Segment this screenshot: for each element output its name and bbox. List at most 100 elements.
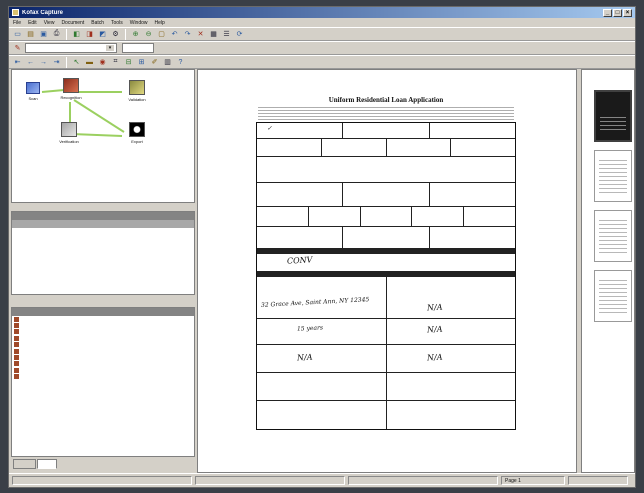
delete-icon[interactable]: ✕ (195, 29, 206, 40)
scan-icon[interactable]: ◧ (71, 29, 82, 40)
workflow-node-validation[interactable]: Validation (120, 80, 154, 102)
minimize-button[interactable]: _ (603, 8, 612, 17)
document-icon (14, 355, 19, 361)
previous-page-icon[interactable]: ← (25, 57, 36, 68)
form-cell (451, 139, 515, 156)
form-row (257, 183, 515, 207)
new-icon[interactable]: ▭ (12, 29, 23, 40)
annotate-icon[interactable]: ✐ (149, 57, 160, 68)
rotate-right-icon[interactable]: ↷ (182, 29, 193, 40)
batch-icon[interactable]: ◨ (84, 29, 95, 40)
crop-icon[interactable]: ⌗ (110, 57, 121, 68)
form-cell: 15 years (257, 319, 387, 344)
menu-view[interactable]: View (44, 20, 55, 26)
pane-subheader (12, 220, 194, 228)
print-icon[interactable]: ⎙ (51, 29, 62, 40)
form-cell (343, 183, 430, 206)
document-icon (14, 323, 19, 329)
list-view-icon[interactable]: ☰ (221, 29, 232, 40)
document-viewer[interactable]: Uniform Residential Loan Application ✓ C… (197, 69, 577, 473)
form-grid: ✓ CONV 32 Grace Ave, Saint Ann, NY 12345… (256, 122, 516, 430)
refresh-icon[interactable]: ⟳ (234, 29, 245, 40)
rotate-left-icon[interactable]: ↶ (169, 29, 180, 40)
pane-header (12, 212, 194, 220)
menu-edit[interactable]: Edit (28, 20, 37, 26)
form-cell (322, 139, 387, 156)
form-cell: N/A (387, 345, 516, 372)
menu-window[interactable]: Window (130, 20, 148, 26)
menu-tools[interactable]: Tools (111, 20, 123, 26)
document-title: Uniform Residential Loan Application (328, 96, 444, 104)
form-row: CONV (257, 254, 515, 272)
merge-icon[interactable]: ⊞ (136, 57, 147, 68)
properties-icon[interactable]: ▥ (162, 57, 173, 68)
thumbnail-strip (581, 69, 635, 473)
app-icon (12, 9, 19, 16)
first-page-icon[interactable]: ⇤ (12, 57, 23, 68)
last-page-icon[interactable]: ⇥ (51, 57, 62, 68)
form-cell (343, 123, 430, 138)
status-section (195, 476, 345, 485)
tab-batch[interactable] (13, 459, 37, 469)
select-tool-icon[interactable]: ↖ (71, 57, 82, 68)
form-cell (257, 183, 344, 206)
form-cell (257, 139, 322, 156)
page-indicator: Page 1 (501, 476, 565, 485)
close-button[interactable]: × (623, 8, 632, 17)
handwritten-entry: N/A (426, 352, 443, 363)
handwritten-entry: CONV (286, 255, 313, 266)
zoom-out-icon[interactable]: ⊖ (143, 29, 154, 40)
status-message (12, 476, 192, 485)
maximize-button[interactable]: □ (613, 8, 622, 17)
tab-log[interactable] (37, 459, 58, 469)
handwritten-entry: N/A (426, 324, 443, 335)
form-cell (430, 227, 515, 248)
document-toolbar: ⇤ ← → ⇥ ↖ ▬ ◉ ⌗ ⊟ ⊞ ✐ ▥ ? (9, 55, 635, 69)
process-icon[interactable]: ◩ (97, 29, 108, 40)
highlight-icon[interactable]: ▬ (84, 57, 95, 68)
menu-document[interactable]: Document (61, 20, 84, 26)
workflow-node-recognition[interactable]: Recognition (54, 78, 88, 100)
settings-icon[interactable]: ⚙ (110, 29, 121, 40)
page-thumbnail[interactable] (594, 270, 632, 322)
grid-view-icon[interactable]: ▦ (208, 29, 219, 40)
form-row (257, 373, 515, 401)
page-thumbnail[interactable] (594, 210, 632, 262)
split-icon[interactable]: ⊟ (123, 57, 134, 68)
log-entry[interactable] (12, 374, 194, 380)
batch-class-select[interactable]: ▾ (25, 43, 117, 53)
handwritten-entry: N/A (426, 302, 443, 313)
workflow-node-label: Scan (28, 96, 38, 101)
next-page-icon[interactable]: → (38, 57, 49, 68)
form-cell (464, 207, 515, 226)
fit-page-icon[interactable]: ▢ (156, 29, 167, 40)
menu-file[interactable]: File (13, 20, 21, 26)
application-window: Kofax Capture _ □ × File Edit View Docum… (8, 6, 636, 488)
form-row (257, 139, 515, 157)
form-cell (412, 207, 465, 226)
workspace: Scan Recognition Validation Verification… (9, 69, 635, 473)
workflow-node-scan[interactable]: Scan (16, 82, 50, 101)
zoom-in-icon[interactable]: ⊕ (130, 29, 141, 40)
workflow-node-verification[interactable]: Verification (52, 122, 86, 144)
page-thumbnail[interactable] (594, 90, 632, 142)
status-section (348, 476, 498, 485)
save-icon[interactable]: ▣ (38, 29, 49, 40)
main-toolbar: ▭ ▤ ▣ ⎙ ◧ ◨ ◩ ⚙ ⊕ ⊖ ▢ ↶ ↷ ✕ ▦ ☰ ⟳ (9, 27, 635, 41)
form-cell: CONV (257, 254, 515, 271)
document-icon (14, 342, 19, 348)
document-icon (14, 329, 19, 335)
help-icon[interactable]: ? (175, 57, 186, 68)
menu-batch[interactable]: Batch (91, 20, 104, 26)
menu-help[interactable]: Help (155, 20, 165, 26)
stamp-icon[interactable]: ◉ (97, 57, 108, 68)
pin-icon[interactable]: ✎ (12, 43, 23, 54)
workflow-node-label: Verification (59, 139, 79, 144)
open-icon[interactable]: ▤ (25, 29, 36, 40)
profile-select[interactable] (122, 43, 154, 53)
activity-log-pane (11, 307, 195, 457)
form-cell: N/A (387, 319, 516, 344)
document-icon (14, 316, 19, 322)
page-thumbnail[interactable] (594, 150, 632, 202)
workflow-node-export[interactable]: Export (120, 122, 154, 144)
